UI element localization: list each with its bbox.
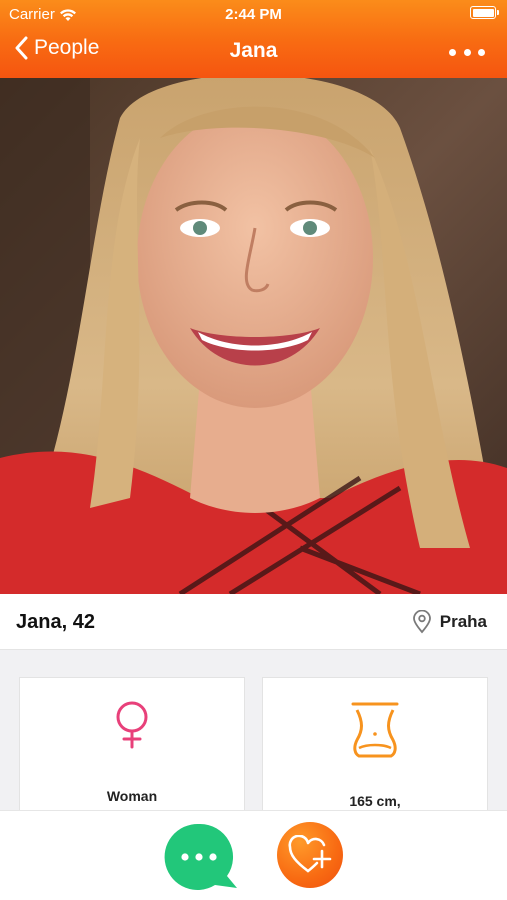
chevron-left-icon (15, 36, 28, 60)
back-label: People (34, 36, 100, 59)
profile-info-bar: Jana, 42 Praha (0, 594, 507, 650)
navigation-bar: People Jana (0, 30, 507, 76)
gender-label: Woman (106, 788, 158, 804)
gender-card: Woman (19, 677, 245, 810)
heart-plus-icon (288, 835, 332, 873)
like-button[interactable] (277, 822, 343, 888)
profile-attributes: Woman 165 cm, (0, 650, 507, 810)
location-label: Praha (439, 612, 487, 631)
action-bar (0, 810, 507, 900)
profile-photo[interactable] (0, 78, 507, 594)
profile-location[interactable]: Praha (412, 610, 487, 634)
location-pin-icon (412, 610, 431, 634)
more-dot-icon (449, 48, 456, 56)
status-bar: Carrier 2:44 PM (0, 0, 507, 28)
more-options-button[interactable] (449, 42, 485, 62)
chat-bubble-icon (164, 823, 237, 890)
battery-icon (470, 6, 499, 19)
more-dot-icon (478, 48, 485, 56)
more-dot-icon (463, 48, 471, 56)
body-icon (351, 702, 399, 758)
back-button[interactable]: People (14, 36, 99, 60)
body-card: 165 cm, (262, 677, 488, 810)
portrait-illustration (0, 78, 507, 594)
chat-button[interactable] (163, 822, 239, 890)
app-header: Carrier 2:44 PM People Jana (0, 0, 507, 78)
status-time: 2:44 PM (225, 6, 282, 23)
profile-name-age: Jana, 42 (16, 611, 95, 633)
height-label: 165 cm, (349, 793, 401, 809)
female-symbol-icon (116, 701, 148, 749)
